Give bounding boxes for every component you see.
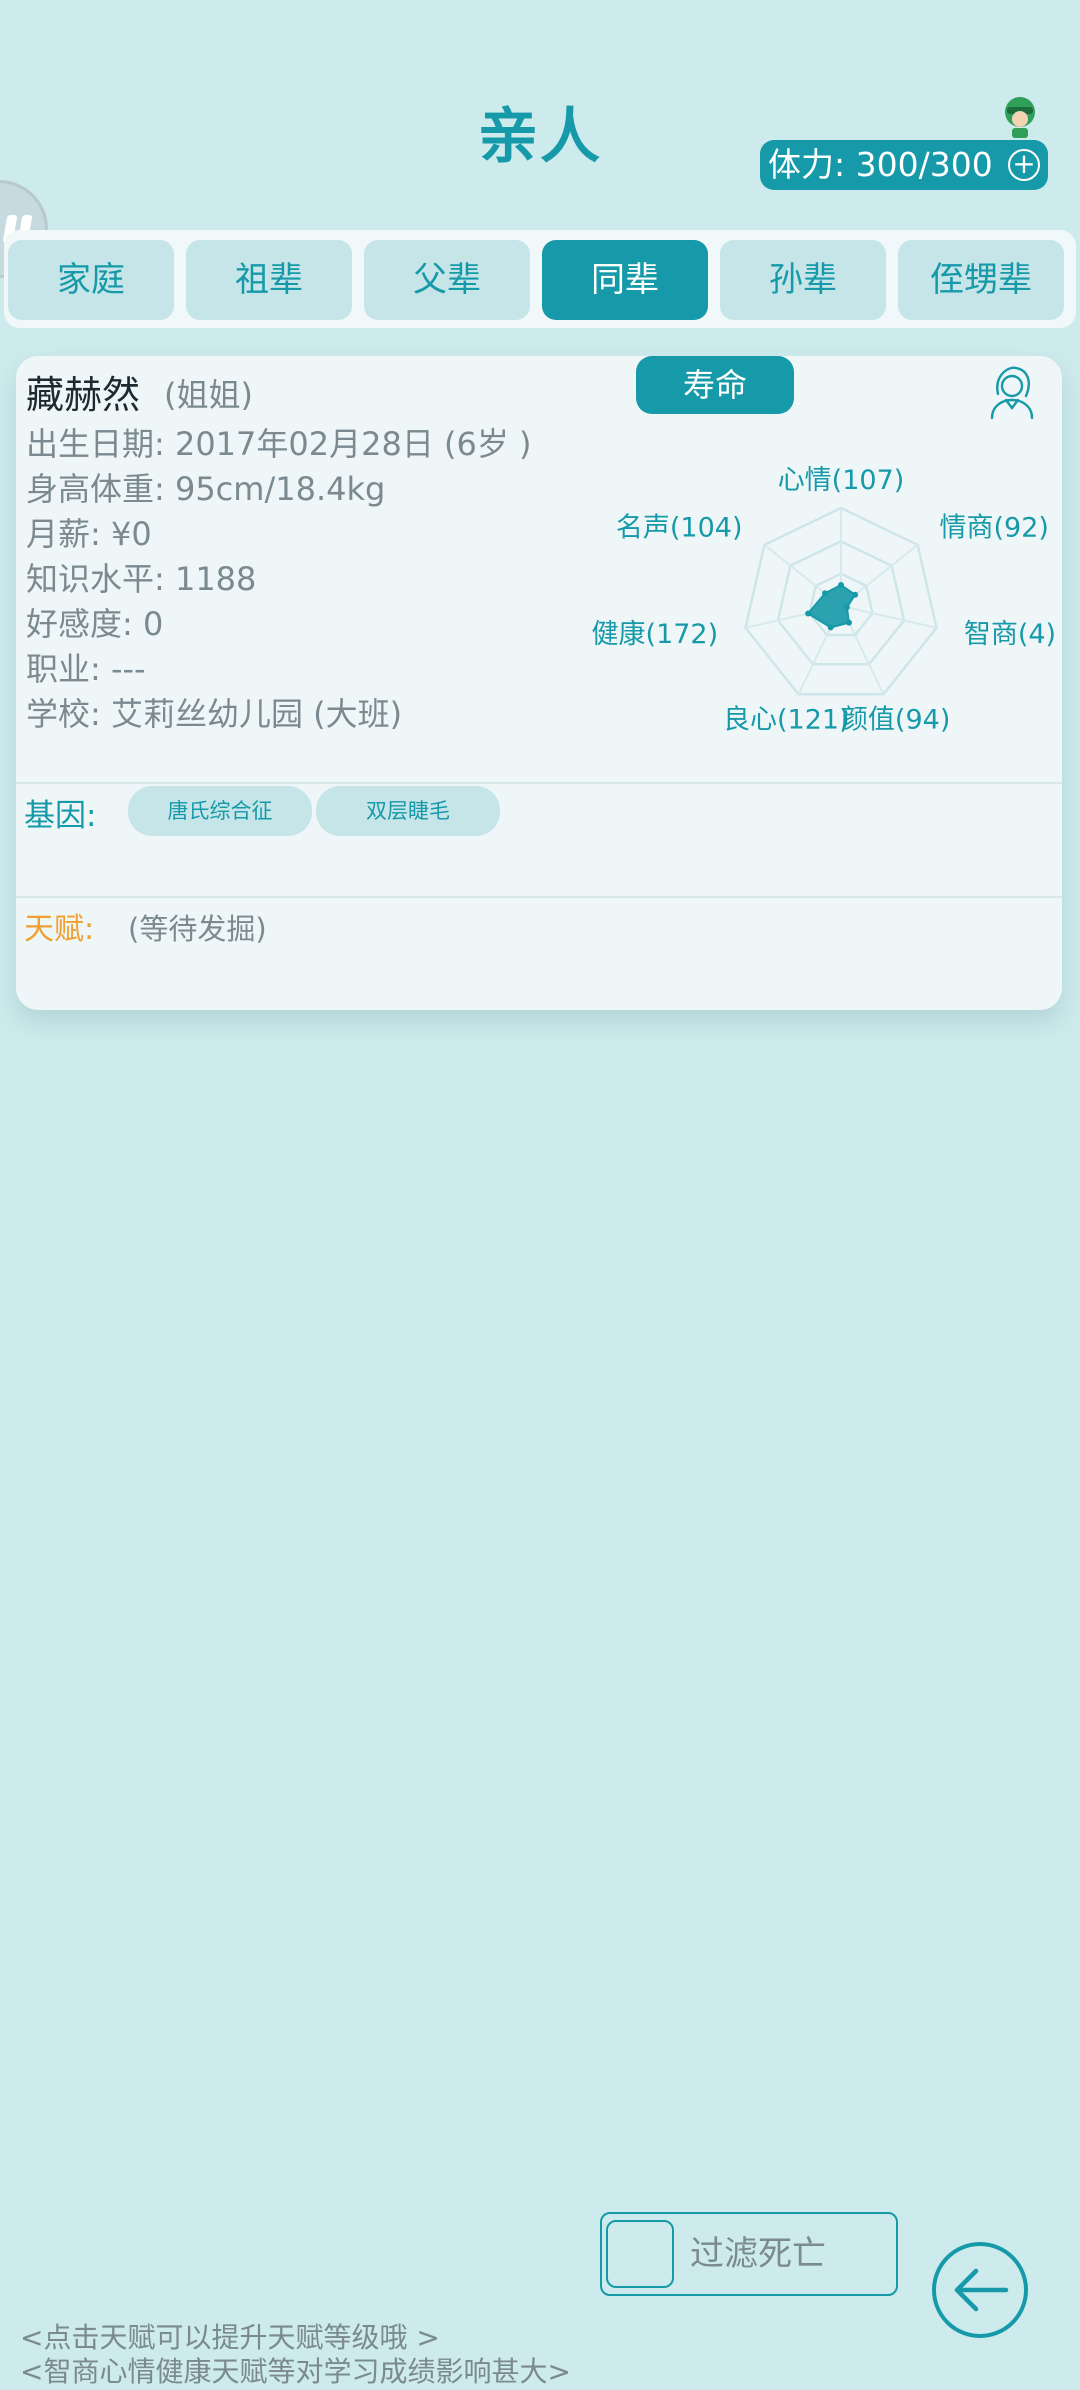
talent-value[interactable]: (等待发掘) [128, 906, 267, 948]
filter-checkbox[interactable] [606, 2220, 674, 2288]
radar-label-3: 智商(4) [964, 619, 1056, 650]
radar-point-2 [852, 591, 859, 598]
radar-point-4 [845, 619, 852, 626]
filter-label: 过滤死亡 [690, 2234, 826, 2274]
radar-spoke [840, 605, 937, 629]
gene-chip[interactable]: 双层睫毛 [316, 786, 500, 836]
divider [16, 896, 1062, 898]
lifespan-button[interactable]: 寿命 [636, 356, 794, 414]
radar-label-6: 健康(172) [592, 619, 719, 650]
tab-grandparents[interactable]: 祖辈 [186, 240, 352, 320]
divider [16, 782, 1062, 784]
attribute-radar-chart: 心情(107) 情商(92) 智商(4) 颜值(94)良心(121) 健康(172) 名声… [592, 466, 1056, 736]
person-info: 出生日期: 2017年02月28日 (6岁 ) 身高体重: 95cm/18.4k… [26, 422, 532, 737]
female-portrait-icon[interactable] [986, 364, 1038, 420]
stamina-bar: 体力: 300/300 + [760, 140, 1048, 190]
info-affection: 好感度: 0 [26, 605, 164, 643]
tab-family[interactable]: 家庭 [8, 240, 174, 320]
filter-dead-toggle[interactable]: 过滤死亡 [600, 2212, 898, 2296]
radar-label-7: 名声(104) [616, 512, 743, 543]
back-arrow-icon[interactable] [930, 2240, 1030, 2340]
radar-point-5 [827, 624, 834, 631]
gene-chip[interactable]: 唐氏综合征 [128, 786, 312, 836]
info-height-weight: 身高体重: 95cm/18.4kg [26, 470, 386, 508]
radar-point-1 [838, 582, 844, 589]
info-occupation: 职业: --- [26, 650, 146, 688]
person-relation: (姐姐) [164, 376, 253, 414]
tab-siblings[interactable]: 同辈 [542, 240, 708, 320]
info-salary: 月薪: ¥0 [26, 515, 152, 553]
radar-point-6 [805, 610, 812, 617]
info-knowledge: 知识水平: 1188 [26, 560, 257, 598]
stamina-text: 体力: 300/300 [768, 145, 993, 184]
tab-nephews[interactable]: 侄甥辈 [898, 240, 1064, 320]
tab-parents[interactable]: 父辈 [364, 240, 530, 320]
info-birthdate: 出生日期: 2017年02月28日 (6岁 ) [26, 425, 532, 463]
tab-grandchildren[interactable]: 孙辈 [720, 240, 886, 320]
person-name: 藏赫然 [26, 373, 141, 417]
genes-label: 基因: [24, 798, 97, 834]
radar-label-1: 心情(107) [778, 466, 905, 496]
radar-point-3 [843, 604, 850, 611]
player-avatar-icon[interactable] [996, 92, 1044, 140]
generation-tabs: 家庭 祖辈 父辈 同辈 孙辈 侄甥辈 [4, 230, 1076, 328]
talent-label: 天赋: [24, 912, 95, 947]
info-school: 学校: 艾莉丝幼儿园 (大班) [26, 695, 403, 733]
person-card[interactable]: 藏赫然 (姐姐) 寿命 出生日期: 2017年02月28日 (6岁 ) 身高体重… [16, 356, 1062, 1010]
radar-label-2: 情商(92) [940, 512, 1049, 543]
radar-label-4: 颜值(94) [841, 705, 950, 736]
hint-text: <智商心情健康天赋等对学习成绩影响甚大> [20, 2355, 571, 2388]
radar-label-5: 良心(121) [723, 705, 850, 736]
radar-point-7 [822, 590, 829, 597]
add-stamina-icon[interactable]: + [1008, 149, 1040, 181]
